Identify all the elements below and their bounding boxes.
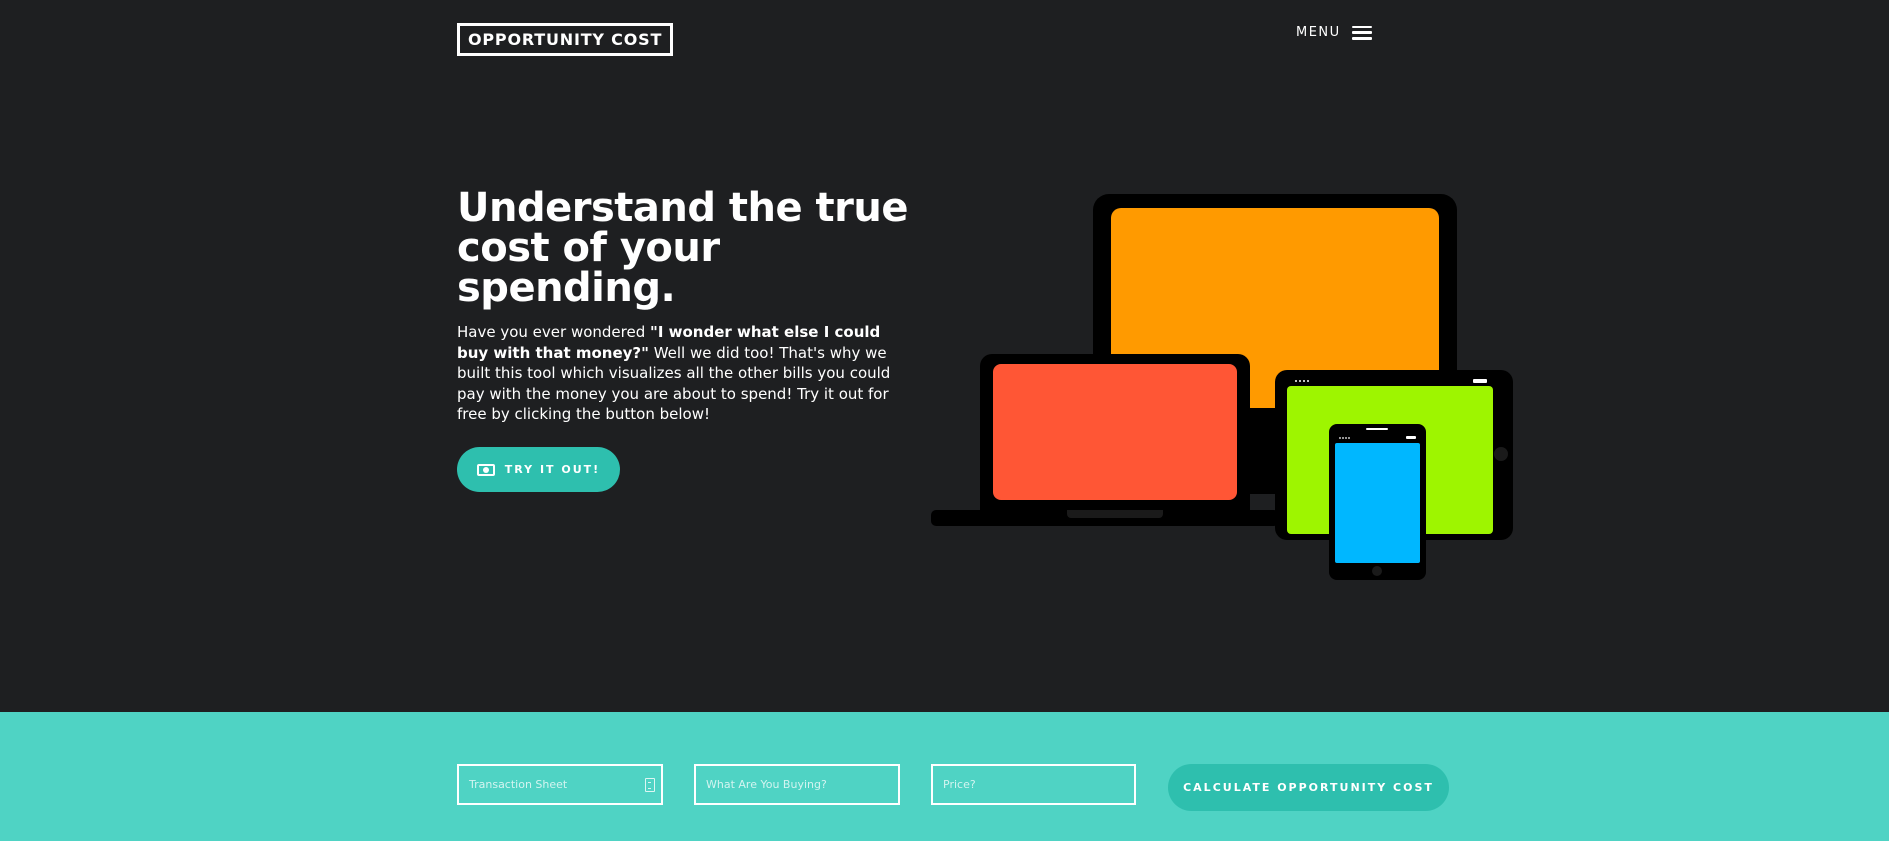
- try-it-out-label: TRY IT OUT!: [504, 463, 601, 476]
- brand-logo[interactable]: OPPORTUNITY COST: [457, 23, 674, 56]
- calculate-button[interactable]: CALCULATE OPPORTUNITY COST: [1168, 764, 1449, 811]
- price-input[interactable]: Price?: [931, 764, 1136, 805]
- monitor-screen: [1111, 208, 1439, 408]
- hero-intro-prefix: Have you ever wondered: [457, 323, 651, 341]
- tablet-screen: [1287, 386, 1493, 534]
- hero-intro: Have you ever wondered "I wonder what el…: [457, 322, 907, 425]
- hero-title: Understand the true cost of your spendin…: [457, 185, 909, 311]
- smartphone: [1329, 424, 1426, 580]
- hamburger-icon: [1351, 25, 1372, 40]
- laptop-screen: [993, 364, 1237, 500]
- try-it-out-button[interactable]: TRY IT OUT!: [457, 447, 620, 492]
- item-placeholder: What Are You Buying?: [706, 778, 827, 791]
- transaction-sheet-placeholder: Transaction Sheet: [469, 778, 568, 791]
- menu-label: MENU: [1296, 25, 1341, 40]
- file-icon: [645, 778, 655, 792]
- price-placeholder: Price?: [943, 778, 976, 791]
- desktop-monitor: [1093, 194, 1457, 494]
- item-input[interactable]: What Are You Buying?: [694, 764, 900, 805]
- phone-screen: [1335, 443, 1420, 563]
- money-bill-icon: [476, 463, 495, 476]
- transaction-sheet-input[interactable]: Transaction Sheet: [457, 764, 663, 805]
- menu-button[interactable]: MENU: [1296, 25, 1372, 40]
- laptop: [931, 354, 1279, 526]
- tablet: [1275, 370, 1513, 540]
